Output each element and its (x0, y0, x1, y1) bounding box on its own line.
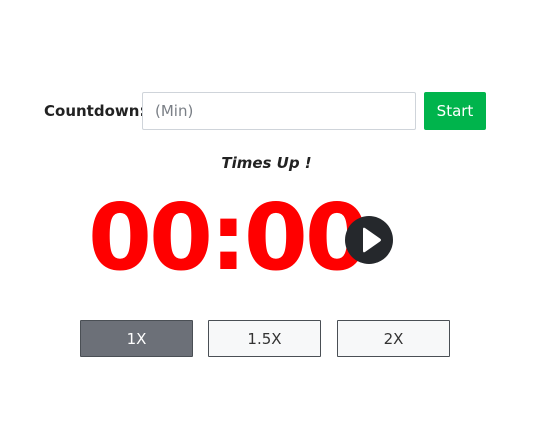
status-message: Times Up ! (221, 154, 312, 172)
speed-2x-button[interactable]: 2X (337, 320, 450, 357)
speed-1x-button[interactable]: 1X (80, 320, 193, 357)
countdown-timer-page: Countdown: Start Times Up ! 00:00 1X 1.5… (0, 0, 555, 421)
play-icon (363, 227, 381, 253)
minutes-input[interactable] (142, 92, 416, 130)
countdown-label: Countdown: (44, 102, 146, 120)
play-button[interactable] (345, 216, 393, 264)
speed-1-5x-button[interactable]: 1.5X (208, 320, 321, 357)
start-button[interactable]: Start (424, 92, 486, 130)
timer-display: 00:00 (88, 184, 369, 291)
